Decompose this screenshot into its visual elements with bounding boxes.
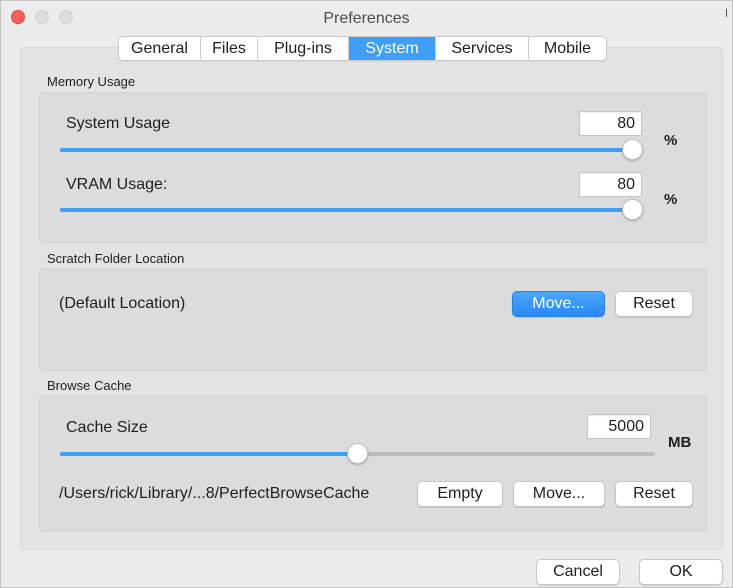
cache-size-slider[interactable] — [60, 443, 655, 464]
tab-general[interactable]: General — [119, 37, 201, 60]
cache-size-label: Cache Size — [66, 419, 148, 436]
cache-empty-button[interactable]: Empty — [417, 481, 503, 507]
system-usage-slider[interactable] — [60, 139, 643, 160]
vram-usage-slider-knob[interactable] — [622, 199, 643, 220]
cache-reset-button[interactable]: Reset — [615, 481, 693, 507]
scratch-move-button[interactable]: Move... — [512, 291, 605, 317]
scratch-location-text: (Default Location) — [59, 295, 186, 312]
system-usage-field[interactable]: 80 — [579, 111, 642, 136]
system-usage-unit: % — [664, 132, 678, 149]
resize-corner-mark — [726, 9, 727, 17]
scratch-folder-group — [39, 268, 707, 371]
vram-usage-field[interactable]: 80 — [579, 172, 642, 197]
tab-system[interactable]: System — [349, 37, 436, 60]
browse-cache-heading: Browse Cache — [47, 378, 132, 393]
cache-size-slider-knob[interactable] — [347, 443, 368, 464]
vram-usage-unit: % — [664, 191, 678, 208]
cache-size-slider-fill — [60, 452, 358, 456]
vram-usage-slider-fill — [60, 208, 643, 212]
system-usage-label: System Usage — [66, 115, 171, 132]
tab-files[interactable]: Files — [201, 37, 258, 60]
memory-usage-heading: Memory Usage — [47, 74, 136, 89]
cancel-button[interactable]: Cancel — [536, 559, 620, 585]
system-usage-slider-fill — [60, 148, 643, 152]
title-bar[interactable]: Preferences — [1, 1, 732, 35]
tab-mobile[interactable]: Mobile — [529, 37, 606, 60]
cache-path-text: /Users/rick/Library/...8/PerfectBrowseCa… — [59, 485, 370, 502]
vram-usage-slider[interactable] — [60, 199, 643, 220]
tab-services[interactable]: Services — [436, 37, 529, 60]
system-usage-slider-knob[interactable] — [622, 139, 643, 160]
scratch-reset-button[interactable]: Reset — [615, 291, 693, 317]
preferences-window: Preferences General Files Plug-ins Syste… — [0, 0, 733, 588]
ok-button[interactable]: OK — [639, 559, 723, 585]
cache-size-field[interactable]: 5000 — [587, 414, 651, 439]
tab-plug-ins[interactable]: Plug-ins — [258, 37, 349, 60]
scratch-folder-heading: Scratch Folder Location — [47, 251, 185, 266]
vram-usage-label: VRAM Usage: — [66, 176, 168, 193]
window-title: Preferences — [323, 10, 410, 27]
cache-size-unit: MB — [668, 434, 692, 451]
tab-bar: General Files Plug-ins System Services M… — [118, 36, 607, 61]
cache-move-button[interactable]: Move... — [513, 481, 605, 507]
